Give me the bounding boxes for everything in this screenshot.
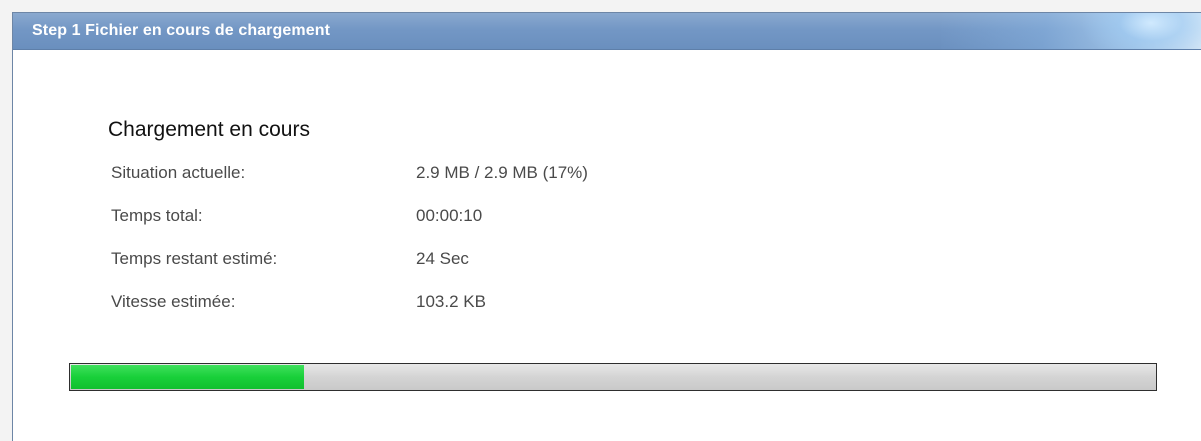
upload-dialog: Step 1 Fichier en cours de chargement Ch…: [12, 12, 1201, 441]
window-title: Step 1 Fichier en cours de chargement: [32, 22, 331, 39]
title-bar-glow: [941, 13, 1201, 49]
speed-label: Vitesse estimée:: [111, 292, 236, 311]
title-bar[interactable]: Step 1 Fichier en cours de chargement: [13, 13, 1201, 50]
status-heading: Chargement en cours: [108, 118, 310, 141]
speed-value: 103.2 KB: [416, 292, 486, 311]
current-status-label: Situation actuelle:: [111, 163, 246, 182]
progress-bar-fill: [71, 365, 305, 389]
total-time-value: 00:00:10: [416, 206, 483, 225]
upload-progress-bar: [69, 363, 1157, 391]
remaining-time-value: 24 Sec: [416, 249, 469, 268]
remaining-time-label: Temps restant estimé:: [111, 249, 278, 268]
total-time-label: Temps total:: [111, 206, 203, 225]
current-status-value: 2.9 MB / 2.9 MB (17%): [416, 163, 588, 182]
